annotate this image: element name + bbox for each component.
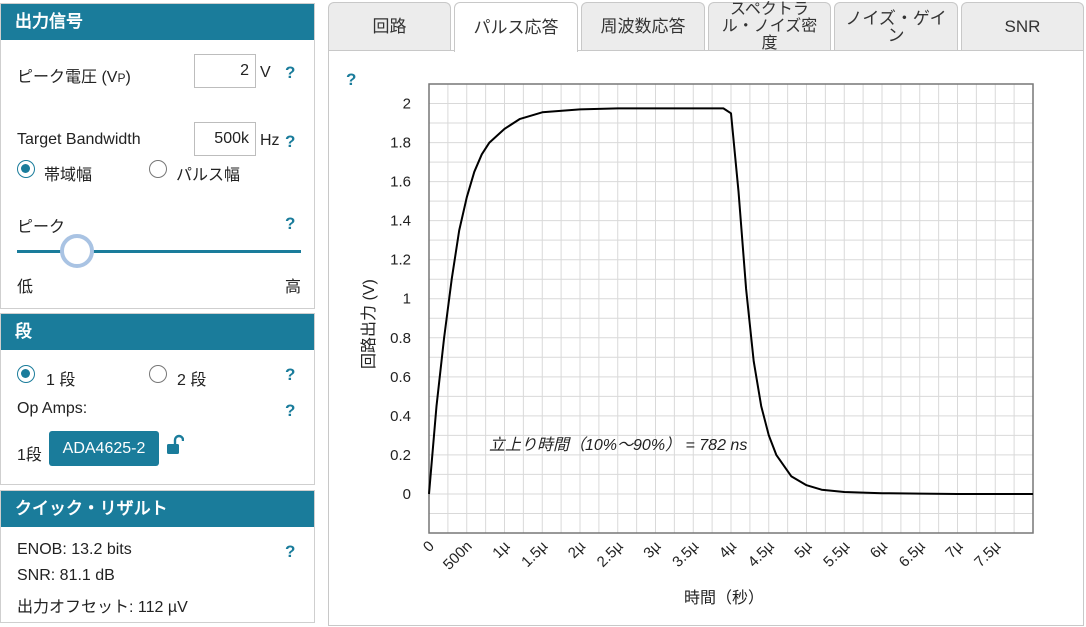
x-tick-label: 7.5µ xyxy=(971,538,1004,571)
stages-header: 段 xyxy=(1,314,314,350)
peak-voltage-help-icon[interactable]: ? xyxy=(285,63,295,83)
enob-result: ENOB: 13.2 bits xyxy=(17,541,132,558)
opamp-select-button[interactable]: ADA4625-2 xyxy=(49,431,159,466)
output-signal-header: 出力信号 xyxy=(1,4,314,40)
bandwidth-input[interactable] xyxy=(194,122,256,156)
snr-result: SNR: 81.1 dB xyxy=(17,567,115,584)
chart-xlabel: 時間（秒） xyxy=(684,590,765,607)
y-tick-label: 1.8 xyxy=(390,135,411,152)
bandwidth-label: Target Bandwidth xyxy=(17,131,141,148)
tab-noise-gain[interactable]: ノイズ・ゲイン xyxy=(834,2,958,50)
quick-results-header: クイック・リザルト xyxy=(1,491,314,527)
x-tick-label: 2µ xyxy=(565,538,589,562)
output-signal-panel: 出力信号 ピーク電圧 (VP) V ? Target Bandwidth Hz … xyxy=(0,3,315,309)
op-amps-label: Op Amps: xyxy=(17,400,88,417)
x-tick-label: 0 xyxy=(420,538,438,556)
y-tick-label: 1.4 xyxy=(390,213,411,230)
peak-slider-thumb[interactable] xyxy=(59,234,94,268)
x-tick-label: 7µ xyxy=(942,538,966,562)
stages-help-icon[interactable]: ? xyxy=(285,365,295,385)
two-stage-label: 2 段 xyxy=(177,372,207,389)
y-tick-label: 1.6 xyxy=(390,174,411,191)
slider-low-label: 低 xyxy=(17,279,34,296)
quick-results-panel: クイック・リザルト ENOB: 13.2 bits ? SNR: 81.1 dB… xyxy=(0,490,315,623)
x-tick-label: 6µ xyxy=(867,538,891,562)
peak-voltage-unit: V xyxy=(260,64,271,81)
chart-ylabel: 回路出力 (V) xyxy=(361,279,378,369)
x-tick-label: 500n xyxy=(440,538,476,574)
peak-help-icon[interactable]: ? xyxy=(285,214,295,234)
bandwidth-radio[interactable] xyxy=(17,160,35,178)
two-stage-radio[interactable] xyxy=(149,365,167,383)
tab-circuit[interactable]: 回路 xyxy=(328,2,451,50)
stage1-label: 1段 xyxy=(17,447,42,464)
tab-spectral-noise-density[interactable]: スペクトラル・ノイズ密度 xyxy=(708,1,831,52)
y-tick-label: 0.8 xyxy=(390,330,411,347)
x-tick-label: 3.5µ xyxy=(669,538,702,571)
pulse-response-panel: ? 0 0.2 0.4 0.6 0.8 1 1.2 1.4 1.6 1.8 2 0 500n 1µ 1.5µ… xyxy=(328,50,1084,626)
peak-voltage-input[interactable] xyxy=(194,54,256,88)
x-tick-label: 4.5µ xyxy=(745,538,778,571)
y-tick-label: 2 xyxy=(403,96,411,113)
pulse-width-radio-label: パルス幅 xyxy=(176,167,241,184)
bandwidth-help-icon[interactable]: ? xyxy=(285,132,295,152)
tab-snr[interactable]: SNR xyxy=(961,2,1084,50)
op-amps-help-icon[interactable]: ? xyxy=(285,401,295,421)
x-tick-label: 2.5µ xyxy=(594,538,627,571)
y-tick-label: 0.6 xyxy=(390,369,411,386)
offset-result: 出力オフセット: 112 µV xyxy=(17,599,188,616)
peak-voltage-label: ピーク電圧 (VP) xyxy=(17,69,131,86)
pulse-response-chart: 00.20.40.60.811.21.41.61.820 500n 1µ 1.5µ 2µ… xyxy=(390,83,1034,574)
unlock-icon[interactable] xyxy=(166,434,185,456)
x-tick-label: 3µ xyxy=(640,538,664,562)
pulse-width-radio[interactable] xyxy=(149,160,167,178)
stages-panel: 段 1 段 2 段 ? Op Amps: ? 1段 ADA4625-2 xyxy=(0,313,315,485)
tab-frequency-response[interactable]: 周波数応答 xyxy=(581,2,705,50)
slider-high-label: 高 xyxy=(285,279,302,296)
bandwidth-radio-label: 帯域幅 xyxy=(44,167,93,184)
y-tick-label: 0.4 xyxy=(390,408,411,425)
bandwidth-unit: Hz xyxy=(260,132,280,149)
x-tick-label: 1µ xyxy=(489,538,513,562)
tab-pulse-response[interactable]: パルス応答 xyxy=(454,2,578,52)
results-help-icon[interactable]: ? xyxy=(285,542,295,562)
rise-time-annotation: 立上り時間（10%～90%） = 782 ns xyxy=(489,437,748,454)
one-stage-radio[interactable] xyxy=(17,365,35,383)
x-tick-label: 5µ xyxy=(791,538,815,562)
y-tick-label: 0.2 xyxy=(390,447,411,464)
x-tick-label: 6.5µ xyxy=(896,538,929,571)
x-tick-label: 5.5µ xyxy=(820,538,853,571)
y-tick-label: 1 xyxy=(403,291,411,308)
peak-slider-label: ピーク xyxy=(17,219,66,236)
x-tick-label: 1.5µ xyxy=(518,538,551,571)
y-tick-label: 1.2 xyxy=(390,252,411,269)
y-tick-label: 0 xyxy=(403,486,411,503)
x-tick-label: 4µ xyxy=(716,538,740,562)
one-stage-label: 1 段 xyxy=(46,372,76,389)
